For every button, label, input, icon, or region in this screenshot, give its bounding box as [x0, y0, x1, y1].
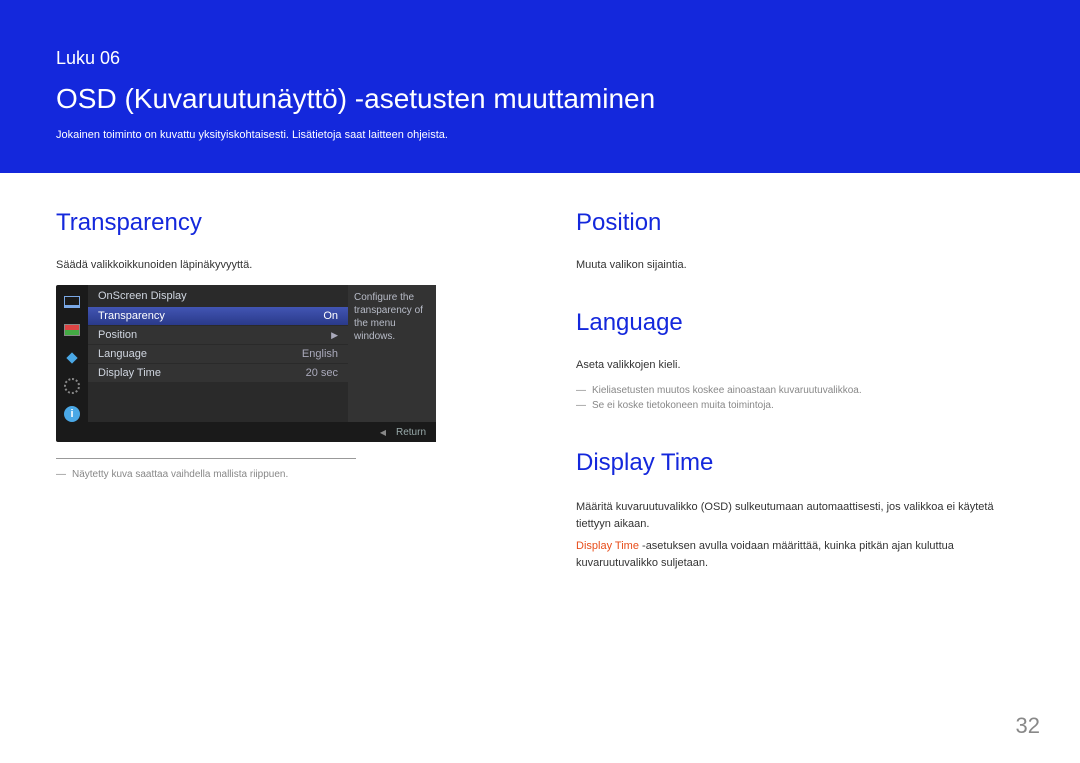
display-time-desc1: Määritä kuvaruutuvalikko (OSD) sulkeutum…	[576, 499, 1024, 532]
language-section: Language Aseta valikkojen kieli. ― Kieli…	[576, 309, 1024, 411]
osd-row-value: 20 sec	[306, 367, 338, 379]
osd-menu-screenshot: i OnScreen Display Transparency On Posit…	[56, 285, 436, 442]
display-time-highlight: Display Time	[576, 540, 639, 552]
osd-row-transparency[interactable]: Transparency On	[88, 307, 348, 325]
chevron-right-icon: ▶	[331, 330, 338, 341]
language-desc: Aseta valikkojen kieli.	[576, 359, 1024, 371]
footnote-text: Näytetty kuva saattaa vaihdella mallista…	[72, 469, 288, 480]
osd-row-label: Position	[98, 329, 137, 341]
language-note-1: ― Kieliasetusten muutos koskee ainoastaa…	[576, 385, 1024, 396]
osd-help-panel: Configure the transparency of the menu w…	[348, 285, 436, 442]
note-text: Kieliasetusten muutos koskee ainoastaan …	[592, 385, 862, 396]
image-footnote: ― Näytetty kuva saattaa vaihdella mallis…	[56, 469, 496, 480]
osd-row-language[interactable]: Language English	[88, 344, 348, 363]
dash-icon: ―	[56, 469, 66, 480]
display-time-section: Display Time Määritä kuvaruutuvalikko (O…	[576, 449, 1024, 571]
dash-icon: ―	[576, 400, 586, 411]
osd-row-label: Display Time	[98, 367, 161, 379]
osd-main: OnScreen Display Transparency On Positio…	[88, 285, 436, 442]
osd-return-label: Return	[396, 427, 426, 438]
divider	[56, 458, 356, 459]
chapter-header: Luku 06 OSD (Kuvaruutunäyttö) -asetusten…	[0, 0, 1080, 173]
note-text: Se ei koske tietokoneen muita toimintoja…	[592, 400, 774, 411]
display-time-desc2: Display Time -asetuksen avulla voidaan m…	[576, 538, 1024, 571]
left-column: Transparency Säädä valikkoikkunoiden läp…	[56, 209, 496, 609]
left-triangle-icon: ◀	[380, 428, 386, 437]
content-area: Transparency Säädä valikkoikkunoiden läp…	[0, 173, 1080, 609]
osd-row-value: English	[302, 348, 338, 360]
chapter-title: OSD (Kuvaruutunäyttö) -asetusten muuttam…	[56, 83, 1024, 115]
position-desc: Muuta valikon sijaintia.	[576, 259, 1024, 271]
right-column: Position Muuta valikon sijaintia. Langua…	[576, 209, 1024, 609]
osd-row-label: Transparency	[98, 310, 165, 322]
picture-icon	[63, 323, 81, 337]
display-time-heading: Display Time	[576, 449, 1024, 477]
monitor-icon	[63, 295, 81, 309]
language-note-2: ― Se ei koske tietokoneen muita toiminto…	[576, 400, 1024, 411]
page-number: 32	[1016, 713, 1040, 739]
language-heading: Language	[576, 309, 1024, 337]
info-icon: i	[63, 407, 81, 421]
position-heading: Position	[576, 209, 1024, 237]
osd-list-title: OnScreen Display	[88, 285, 348, 307]
dash-icon: ―	[576, 385, 586, 396]
settings-icon	[63, 379, 81, 393]
osd-row-display-time[interactable]: Display Time 20 sec	[88, 363, 348, 382]
transparency-heading: Transparency	[56, 209, 496, 237]
osd-footer: ◀ Return	[88, 422, 436, 442]
osd-row-value: On	[323, 310, 338, 322]
transparency-desc: Säädä valikkoikkunoiden läpinäkyvyyttä.	[56, 259, 496, 271]
chapter-label: Luku 06	[56, 48, 1024, 69]
arrows-icon	[63, 351, 81, 365]
position-section: Position Muuta valikon sijaintia.	[576, 209, 1024, 271]
osd-row-position[interactable]: Position ▶	[88, 325, 348, 344]
osd-sidebar: i	[56, 285, 88, 442]
osd-row-label: Language	[98, 348, 147, 360]
osd-list: OnScreen Display Transparency On Positio…	[88, 285, 348, 442]
chapter-subtitle: Jokainen toiminto on kuvattu yksityiskoh…	[56, 129, 1024, 141]
